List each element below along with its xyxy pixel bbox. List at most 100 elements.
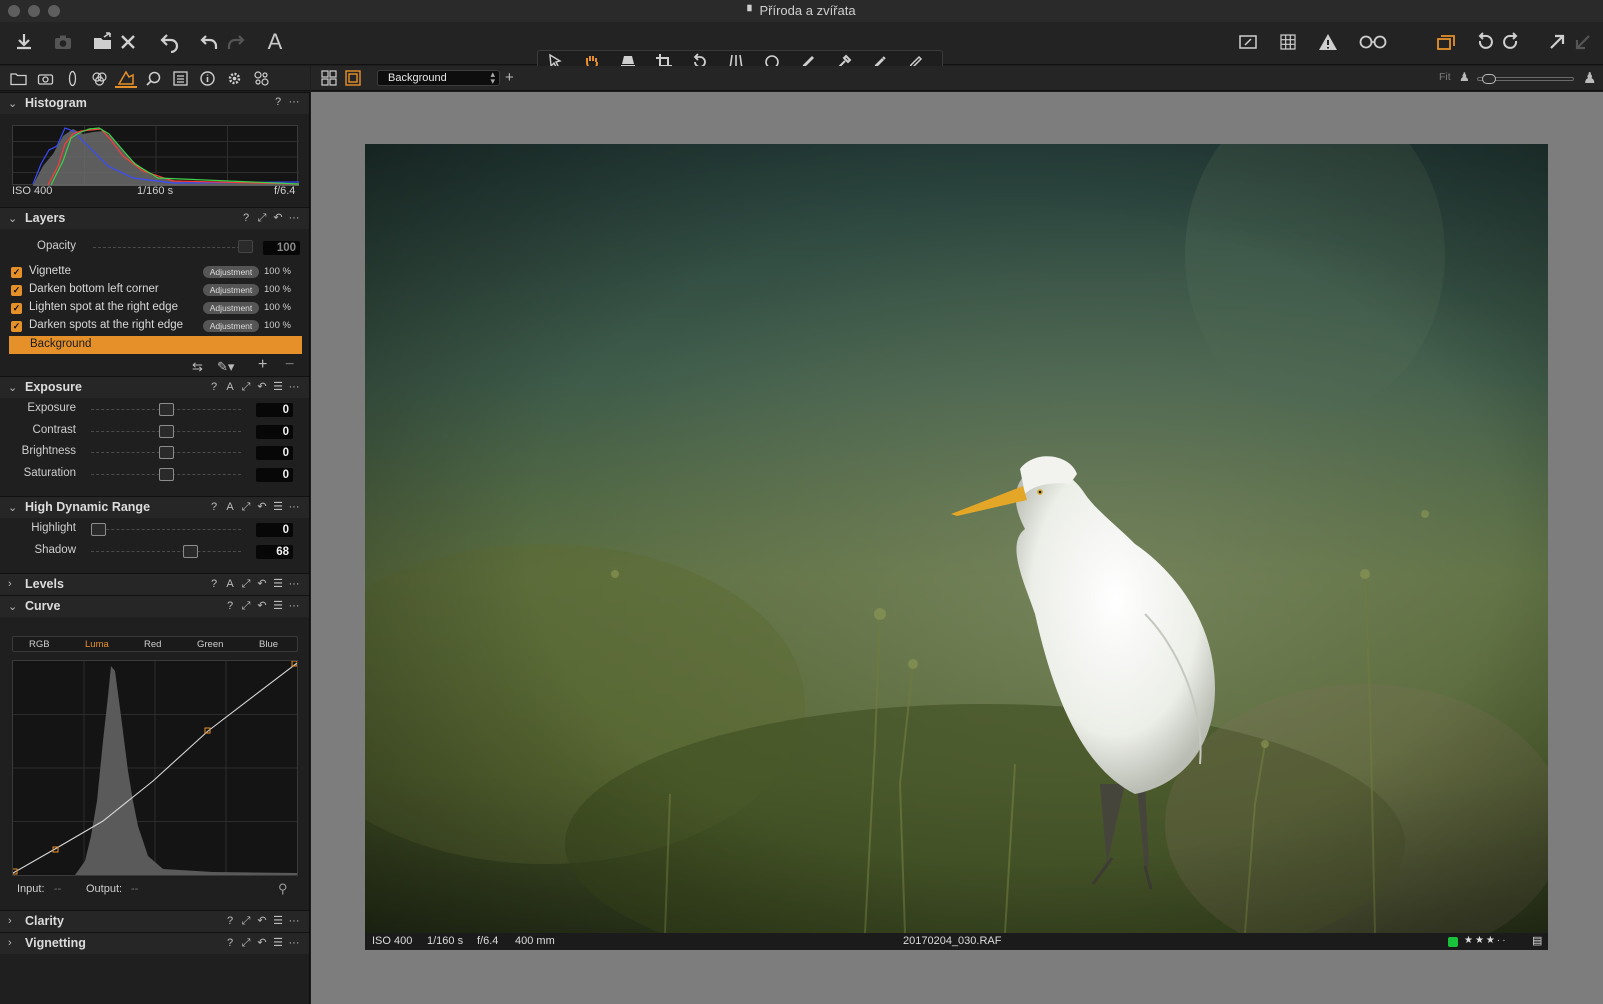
slider-value[interactable]: 0	[256, 403, 293, 417]
slider-knob[interactable]	[158, 467, 174, 481]
layer-row[interactable]: ✓ Vignette Adjustment 100 %	[11, 264, 296, 281]
levels-header[interactable]: › Levels ? A ⤢ ↶ ☰ ···	[0, 573, 309, 595]
import-button[interactable]	[11, 28, 37, 56]
auto-icon[interactable]: A	[222, 578, 238, 590]
move-to-button[interactable]	[90, 28, 116, 56]
tab-metadata[interactable]	[196, 68, 218, 88]
more-icon[interactable]: ···	[286, 578, 302, 590]
copy-apply-icon[interactable]: ⤢	[238, 600, 254, 613]
tab-capture[interactable]	[34, 68, 56, 88]
zoom-slider[interactable]	[1477, 74, 1574, 84]
more-icon[interactable]: ···	[286, 96, 302, 108]
opacity-value[interactable]: 100	[263, 241, 300, 255]
reset-icon[interactable]: ↶	[254, 936, 270, 949]
layer-row-selected[interactable]: Background	[9, 336, 302, 354]
rotate-right-button[interactable]	[1498, 28, 1524, 56]
zoom-slider-knob[interactable]	[1482, 74, 1496, 84]
tab-output[interactable]	[223, 68, 245, 88]
before-after-button[interactable]	[1355, 28, 1391, 56]
tab-batch[interactable]	[250, 68, 272, 88]
help-icon[interactable]: ?	[206, 501, 222, 513]
slider-value[interactable]: 68	[256, 544, 293, 559]
curve-graph[interactable]	[11, 660, 298, 876]
redo-button[interactable]	[223, 28, 249, 56]
info-panel-toggle[interactable]: ▤	[1532, 934, 1542, 947]
slider-track[interactable]	[91, 529, 241, 531]
reset-icon[interactable]: ↶	[254, 599, 270, 612]
slider-value[interactable]: 0	[256, 467, 293, 482]
presets-icon[interactable]: ☰	[270, 936, 286, 949]
slider-value[interactable]: 0	[256, 523, 293, 537]
vignetting-header[interactable]: › Vignetting ? ⤢ ↶ ☰ ···	[0, 932, 309, 954]
tab-luma[interactable]: Luma	[85, 639, 109, 650]
curve-picker-button[interactable]: ⚲	[278, 881, 288, 897]
auto-icon[interactable]: A	[222, 501, 238, 513]
tab-details[interactable]	[142, 68, 164, 88]
copy-apply-icon[interactable]: ⤢	[238, 578, 254, 591]
layer-settings-button[interactable]: ⇆	[192, 359, 203, 375]
layer-checkbox[interactable]: ✓	[11, 285, 22, 296]
layer-row[interactable]: ✓ Darken bottom left corner Adjustment 1…	[11, 282, 296, 299]
auto-adjust-button[interactable]: A	[262, 28, 288, 56]
exposure-header[interactable]: ⌄ Exposure ? A ⤢ ↶ ☰ ···	[0, 376, 309, 398]
help-icon[interactable]: ?	[222, 937, 238, 949]
help-icon[interactable]: ?	[206, 381, 222, 393]
help-icon[interactable]: ?	[270, 96, 286, 108]
clarity-header[interactable]: › Clarity ? ⤢ ↶ ☰ ···	[0, 910, 309, 932]
more-icon[interactable]: ···	[286, 937, 302, 949]
layer-row[interactable]: ✓ Lighten spot at the right edge Adjustm…	[11, 300, 296, 317]
rotate-left-button[interactable]	[1472, 28, 1498, 56]
copy-apply-icon[interactable]: ⤢	[238, 501, 254, 514]
help-icon[interactable]: ?	[206, 578, 222, 590]
copy-apply-icon[interactable]: ⤢	[238, 381, 254, 394]
reset-icon[interactable]: ↶	[254, 914, 270, 927]
tab-library[interactable]	[7, 68, 29, 88]
slider-track[interactable]	[91, 550, 241, 553]
more-icon[interactable]: ···	[286, 501, 302, 513]
copy-apply-icon[interactable]: ⤢	[238, 937, 254, 950]
tab-color[interactable]	[88, 68, 110, 88]
single-view-button[interactable]	[344, 69, 362, 87]
slider-knob[interactable]	[158, 446, 174, 459]
remove-layer-button[interactable]: −	[285, 356, 294, 374]
copy-apply-icon[interactable]: ⤢	[238, 915, 254, 928]
reset-icon[interactable]: ↶	[254, 380, 270, 393]
tab-blue[interactable]: Blue	[259, 639, 278, 650]
layer-checkbox[interactable]: ✓	[11, 303, 22, 314]
more-icon[interactable]: ···	[286, 212, 302, 224]
layer-row[interactable]: ✓ Darken spots at the right edge Adjustm…	[11, 318, 296, 335]
presets-icon[interactable]: ☰	[270, 577, 286, 590]
color-tag[interactable]	[1448, 937, 1458, 947]
camera-button[interactable]	[50, 28, 76, 56]
help-icon[interactable]: ?	[222, 600, 238, 612]
tab-green[interactable]: Green	[197, 639, 223, 650]
presets-icon[interactable]: ☰	[270, 380, 286, 393]
slider-knob[interactable]	[158, 403, 174, 416]
more-icon[interactable]: ···	[286, 915, 302, 927]
presets-icon[interactable]: ☰	[270, 599, 286, 612]
exposure-warning-button[interactable]	[1315, 28, 1341, 56]
tab-exposure[interactable]	[115, 68, 137, 88]
draw-mask-button[interactable]: ✎▾	[217, 359, 234, 375]
help-icon[interactable]: ?	[222, 915, 238, 927]
more-icon[interactable]: ···	[286, 600, 302, 612]
presets-icon[interactable]: ☰	[270, 914, 286, 927]
apply-adjustments-button[interactable]	[1570, 28, 1596, 56]
curve-header[interactable]: ⌄ Curve ? ⤢ ↶ ☰ ···	[0, 595, 309, 617]
proof-button[interactable]	[1235, 28, 1261, 56]
slider-value[interactable]: 0	[256, 446, 293, 460]
delete-button[interactable]	[115, 28, 141, 56]
help-icon[interactable]: ?	[238, 212, 254, 224]
slider-knob[interactable]	[91, 523, 106, 536]
slider-knob[interactable]	[182, 544, 198, 558]
opacity-slider[interactable]	[93, 247, 250, 249]
zoom-fit-label[interactable]: Fit	[1439, 71, 1451, 83]
reset-icon[interactable]: ↶	[254, 500, 270, 513]
reset-icon[interactable]: ↶	[254, 577, 270, 590]
tab-lens[interactable]	[61, 68, 83, 88]
reset-button[interactable]	[157, 28, 183, 56]
edit-selected-button[interactable]	[1433, 28, 1459, 56]
grid-button[interactable]	[1275, 28, 1301, 56]
multi-view-button[interactable]	[320, 69, 338, 87]
more-icon[interactable]: ···	[286, 381, 302, 393]
